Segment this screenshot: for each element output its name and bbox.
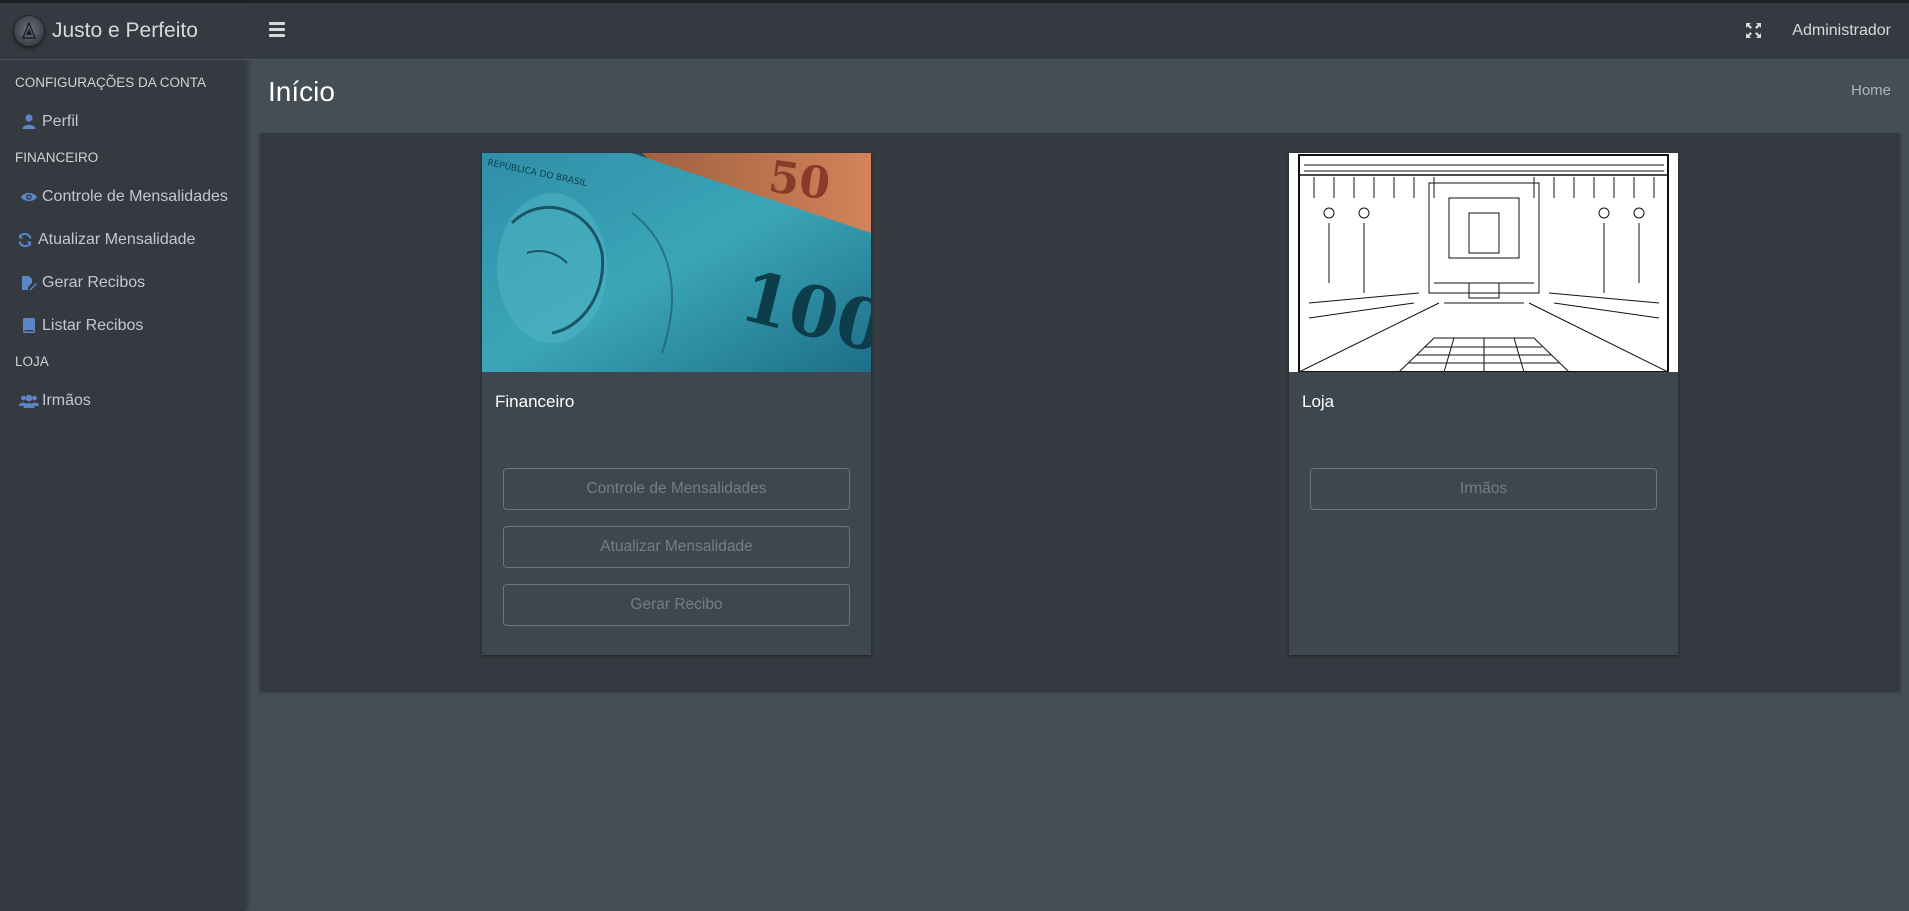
sidebar-item-irmaos[interactable]: Irmãos	[0, 379, 245, 422]
user-menu[interactable]: Administrador	[1792, 22, 1891, 40]
sidebar-item-atualizar-mensalidade[interactable]: Atualizar Mensalidade	[0, 218, 245, 261]
card-actions: Irmãos	[1289, 422, 1678, 510]
sidebar-item-label: Irmãos	[42, 391, 91, 409]
sidebar-item-label: Listar Recibos	[42, 316, 144, 334]
sidebar-item-gerar-recibos[interactable]: Gerar Recibos	[0, 261, 245, 304]
brand-logo-icon	[14, 16, 44, 46]
sidebar-item-label: Perfil	[42, 112, 79, 130]
gerar-recibo-button[interactable]: Gerar Recibo	[503, 584, 850, 626]
card-financeiro: 50 100 REPÚBLICA DO BRASIL Financeiro Co…	[482, 153, 871, 655]
nav-header-loja: Loja	[15, 354, 49, 369]
dashboard-panel: 50 100 REPÚBLICA DO BRASIL Financeiro Co…	[260, 133, 1900, 691]
sidebar-item-listar-recibos[interactable]: Listar Recibos	[0, 304, 245, 347]
page-title: Início	[268, 76, 335, 107]
book-icon	[19, 318, 39, 333]
nav-header-financeiro: Financeiro	[15, 150, 99, 165]
svg-text:50: 50	[765, 153, 833, 210]
sync-icon	[15, 232, 35, 248]
eye-icon	[19, 191, 39, 203]
irmaos-button[interactable]: Irmãos	[1310, 468, 1657, 510]
card-loja: Loja Irmãos	[1289, 153, 1678, 655]
card-title: Loja	[1302, 392, 1335, 411]
sidebar-item-controle-mensalidades[interactable]: Controle de Mensalidades	[0, 175, 245, 218]
card-actions: Controle de Mensalidades Atualizar Mensa…	[482, 422, 871, 626]
top-navbar: Administrador	[245, 3, 1909, 60]
banknotes-image: 50 100 REPÚBLICA DO BRASIL	[482, 153, 871, 372]
nav-header-conta: Configurações da Conta	[15, 75, 207, 90]
sidebar: Justo e Perfeito Configurações da Conta …	[0, 3, 245, 911]
atualizar-mensalidade-button[interactable]: Atualizar Mensalidade	[503, 526, 850, 568]
user-icon	[19, 114, 39, 129]
fullscreen-icon[interactable]	[1745, 22, 1762, 39]
sidebar-item-perfil[interactable]: Perfil	[0, 100, 245, 143]
brand-name: Justo e Perfeito	[52, 19, 198, 42]
brand-link[interactable]: Justo e Perfeito	[0, 3, 245, 60]
card-title: Financeiro	[495, 392, 575, 411]
sidebar-item-label: Controle de Mensalidades	[42, 187, 228, 205]
sidebar-item-label: Gerar Recibos	[42, 273, 146, 291]
lodge-drawing-image	[1289, 153, 1678, 372]
menu-toggle-icon[interactable]	[269, 22, 285, 38]
edit-file-icon	[19, 275, 39, 291]
sidebar-item-label: Atualizar Mensalidade	[38, 230, 196, 248]
breadcrumb-home[interactable]: Home	[1851, 82, 1891, 99]
controle-mensalidades-button[interactable]: Controle de Mensalidades	[503, 468, 850, 510]
users-icon	[19, 394, 39, 408]
